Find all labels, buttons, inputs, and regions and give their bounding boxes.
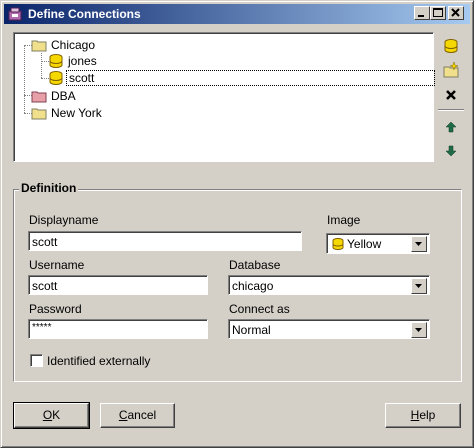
database-icon: [332, 238, 344, 250]
tree-node-label: New York: [51, 106, 102, 120]
connections-tree[interactable]: Chicago jones scott DBA New York: [13, 32, 435, 162]
chevron-down-icon: [415, 242, 422, 246]
database-value: chicago: [232, 279, 274, 293]
image-dropdown-button[interactable]: [411, 236, 427, 252]
folder-red-icon: [31, 91, 47, 103]
cancel-label-rest: ancel: [127, 408, 157, 422]
new-connection-button[interactable]: [442, 37, 460, 55]
username-label: Username: [29, 258, 85, 272]
image-select[interactable]: Yellow: [326, 233, 430, 254]
help-button[interactable]: Help: [385, 403, 461, 428]
folder-icon: [31, 40, 47, 52]
ok-button[interactable]: OK: [13, 402, 90, 429]
toolbar-separator: [438, 109, 464, 111]
database-dropdown-button[interactable]: [411, 278, 427, 294]
maximize-icon: [433, 8, 443, 17]
password-input[interactable]: *****: [28, 319, 208, 339]
identified-externally-checkbox[interactable]: [30, 354, 43, 367]
move-up-icon: [445, 121, 457, 133]
close-icon: [451, 8, 460, 17]
tree-connector: [24, 45, 25, 113]
definition-group-title: Definition: [19, 181, 79, 195]
image-label: Image: [327, 213, 361, 227]
displayname-value: scott: [32, 235, 58, 249]
app-icon: [8, 7, 22, 21]
chevron-down-icon: [415, 328, 422, 332]
identified-externally-label: Identified externally: [47, 354, 151, 368]
minimize-icon: [418, 15, 424, 17]
title-bar[interactable]: Define Connections: [4, 4, 470, 24]
maximize-button[interactable]: [430, 6, 446, 20]
username-input[interactable]: scott: [28, 275, 208, 295]
delete-icon: [446, 90, 456, 100]
password-value: *****: [32, 322, 52, 333]
minimize-button[interactable]: [414, 6, 430, 20]
chevron-down-icon: [415, 284, 422, 288]
password-label: Password: [29, 302, 82, 316]
move-down-button[interactable]: [442, 142, 460, 160]
database-icon: [49, 71, 63, 85]
tree-node-label: DBA: [51, 89, 76, 103]
define-connections-window: Define Connections Chicago jones scott D…: [0, 0, 474, 448]
displayname-input[interactable]: scott: [28, 231, 302, 251]
database-icon: [49, 54, 63, 68]
connect-as-dropdown-button[interactable]: [411, 322, 427, 338]
tree-connector: [41, 53, 42, 78]
cancel-button[interactable]: Cancel: [100, 403, 175, 428]
tree-node-label: Chicago: [51, 38, 96, 52]
connect-as-select[interactable]: Normal: [228, 319, 430, 339]
tree-node-label: scott: [66, 70, 435, 86]
move-up-button[interactable]: [442, 118, 460, 136]
move-down-icon: [445, 145, 457, 157]
help-label-rest: elp: [419, 408, 436, 422]
tree-node-label: jones: [68, 54, 97, 68]
close-button[interactable]: [448, 6, 464, 20]
new-connection-icon: [444, 39, 458, 53]
delete-button[interactable]: [442, 86, 460, 104]
displayname-label: Displayname: [29, 213, 99, 227]
new-folder-icon: [443, 61, 459, 78]
ok-hotkey: O: [42, 408, 53, 422]
connect-as-value: Normal: [232, 323, 271, 337]
image-value: Yellow: [347, 237, 382, 251]
ok-label-rest: K: [52, 408, 61, 422]
connect-as-label: Connect as: [229, 302, 290, 316]
username-value: scott: [32, 279, 58, 293]
database-label: Database: [229, 258, 281, 272]
folder-icon: [31, 108, 47, 120]
window-title: Define Connections: [28, 7, 141, 21]
new-folder-button[interactable]: [442, 61, 460, 79]
database-select[interactable]: chicago: [228, 275, 430, 295]
